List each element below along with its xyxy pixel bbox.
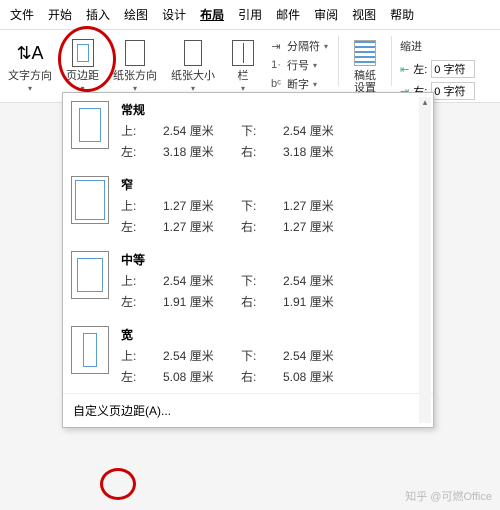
hyphen-icon: bᶜ <box>269 78 283 90</box>
breaks-label: 分隔符 <box>287 38 320 54</box>
draft-label: 稿纸 设置 <box>354 70 376 94</box>
margin-preset-narrow[interactable]: 窄上:1.27 厘米下:1.27 厘米左:1.27 厘米右:1.27 厘米 <box>63 168 433 243</box>
columns-icon <box>229 38 257 68</box>
margin-preset-normal[interactable]: 常规上:2.54 厘米下:2.54 厘米左:3.18 厘米右:3.18 厘米 <box>63 93 433 168</box>
divider <box>391 36 392 86</box>
indent-left-icon: ⇤ <box>400 63 409 76</box>
preset-title: 宽 <box>121 326 425 343</box>
indent-right-input[interactable] <box>431 82 475 100</box>
menu-item-1[interactable]: 开始 <box>48 6 72 23</box>
margins-label: 页边距 <box>66 70 99 82</box>
menu-item-8[interactable]: 审阅 <box>314 6 338 23</box>
menu-item-0[interactable]: 文件 <box>10 6 34 23</box>
preset-body: 常规上:2.54 厘米下:2.54 厘米左:3.18 厘米右:3.18 厘米 <box>121 101 425 160</box>
breaks-icon: ⇥ <box>269 40 283 53</box>
hyphen-button[interactable]: bᶜ断字 ▾ <box>269 76 328 92</box>
indent-left-label: 左: <box>413 61 427 77</box>
menu-bar: 文件开始插入绘图设计布局引用邮件审阅视图帮助 <box>0 0 500 30</box>
orientation-icon <box>121 38 149 68</box>
preset-title: 中等 <box>121 251 425 268</box>
orientation-button[interactable]: 纸张方向 ▾ <box>109 36 161 95</box>
text-direction-icon: ⇅A <box>16 38 44 68</box>
chevron-down-icon: ▾ <box>28 84 32 93</box>
preset-values: 上:1.27 厘米下:1.27 厘米左:1.27 厘米右:1.27 厘米 <box>121 197 425 235</box>
indent-left-row: ⇤ 左: <box>400 60 475 78</box>
preset-icon <box>71 176 109 224</box>
menu-item-10[interactable]: 帮助 <box>390 6 414 23</box>
preset-title: 常规 <box>121 101 425 118</box>
size-button[interactable]: 纸张大小 ▾ <box>167 36 219 95</box>
indent-title: 缩进 <box>400 38 475 54</box>
size-icon <box>179 38 207 68</box>
scrollbar[interactable]: ▴ <box>419 97 431 423</box>
preset-icon <box>71 101 109 149</box>
menu-item-2[interactable]: 插入 <box>86 6 110 23</box>
preset-title: 窄 <box>121 176 425 193</box>
indent-group: 缩进 ⇤ 左: ⇥ 右: <box>400 36 475 100</box>
menu-item-4[interactable]: 设计 <box>162 6 186 23</box>
hyphen-label: 断字 <box>287 76 309 92</box>
draft-icon <box>351 38 379 68</box>
annotation-circle <box>100 468 136 500</box>
preset-icon <box>71 251 109 299</box>
divider <box>338 36 339 86</box>
linenum-button[interactable]: 1·行号 ▾ <box>269 57 328 73</box>
menu-item-5[interactable]: 布局 <box>200 6 224 23</box>
breaks-button[interactable]: ⇥分隔符 ▾ <box>269 38 328 54</box>
margin-preset-wide[interactable]: 宽上:2.54 厘米下:2.54 厘米左:5.08 厘米右:5.08 厘米 <box>63 318 433 393</box>
margins-icon <box>69 38 97 68</box>
preset-body: 中等上:2.54 厘米下:2.54 厘米左:1.91 厘米右:1.91 厘米 <box>121 251 425 310</box>
margins-button[interactable]: 页边距 ▾ <box>62 36 103 95</box>
preset-values: 上:2.54 厘米下:2.54 厘米左:5.08 厘米右:5.08 厘米 <box>121 347 425 385</box>
preset-icon <box>71 326 109 374</box>
preset-body: 窄上:1.27 厘米下:1.27 厘米左:1.27 厘米右:1.27 厘米 <box>121 176 425 235</box>
menu-item-7[interactable]: 邮件 <box>276 6 300 23</box>
breaks-group: ⇥分隔符 ▾ 1·行号 ▾ bᶜ断字 ▾ <box>267 36 330 94</box>
text-direction-label: 文字方向 <box>8 70 52 82</box>
text-direction-button[interactable]: ⇅A 文字方向 ▾ <box>4 36 56 95</box>
menu-item-9[interactable]: 视图 <box>352 6 376 23</box>
preset-body: 宽上:2.54 厘米下:2.54 厘米左:5.08 厘米右:5.08 厘米 <box>121 326 425 385</box>
columns-label: 栏 <box>238 70 249 82</box>
custom-margins-button[interactable]: 自定义页边距(A)... <box>63 393 433 427</box>
size-label: 纸张大小 <box>171 70 215 82</box>
margin-preset-medium[interactable]: 中等上:2.54 厘米下:2.54 厘米左:1.91 厘米右:1.91 厘米 <box>63 243 433 318</box>
orientation-label: 纸张方向 <box>113 70 157 82</box>
linenum-icon: 1· <box>269 59 283 71</box>
preset-values: 上:2.54 厘米下:2.54 厘米左:3.18 厘米右:3.18 厘米 <box>121 122 425 160</box>
margins-dropdown: ▴ 常规上:2.54 厘米下:2.54 厘米左:3.18 厘米右:3.18 厘米… <box>62 92 434 428</box>
preset-values: 上:2.54 厘米下:2.54 厘米左:1.91 厘米右:1.91 厘米 <box>121 272 425 310</box>
menu-item-3[interactable]: 绘图 <box>124 6 148 23</box>
menu-item-6[interactable]: 引用 <box>238 6 262 23</box>
columns-button[interactable]: 栏 ▾ <box>225 36 261 95</box>
linenum-label: 行号 <box>287 57 309 73</box>
scroll-up-icon[interactable]: ▴ <box>419 97 431 109</box>
indent-left-input[interactable] <box>431 60 475 78</box>
watermark: 知乎 @可燃Office <box>405 488 492 504</box>
draft-button[interactable]: 稿纸 设置 <box>347 36 383 96</box>
